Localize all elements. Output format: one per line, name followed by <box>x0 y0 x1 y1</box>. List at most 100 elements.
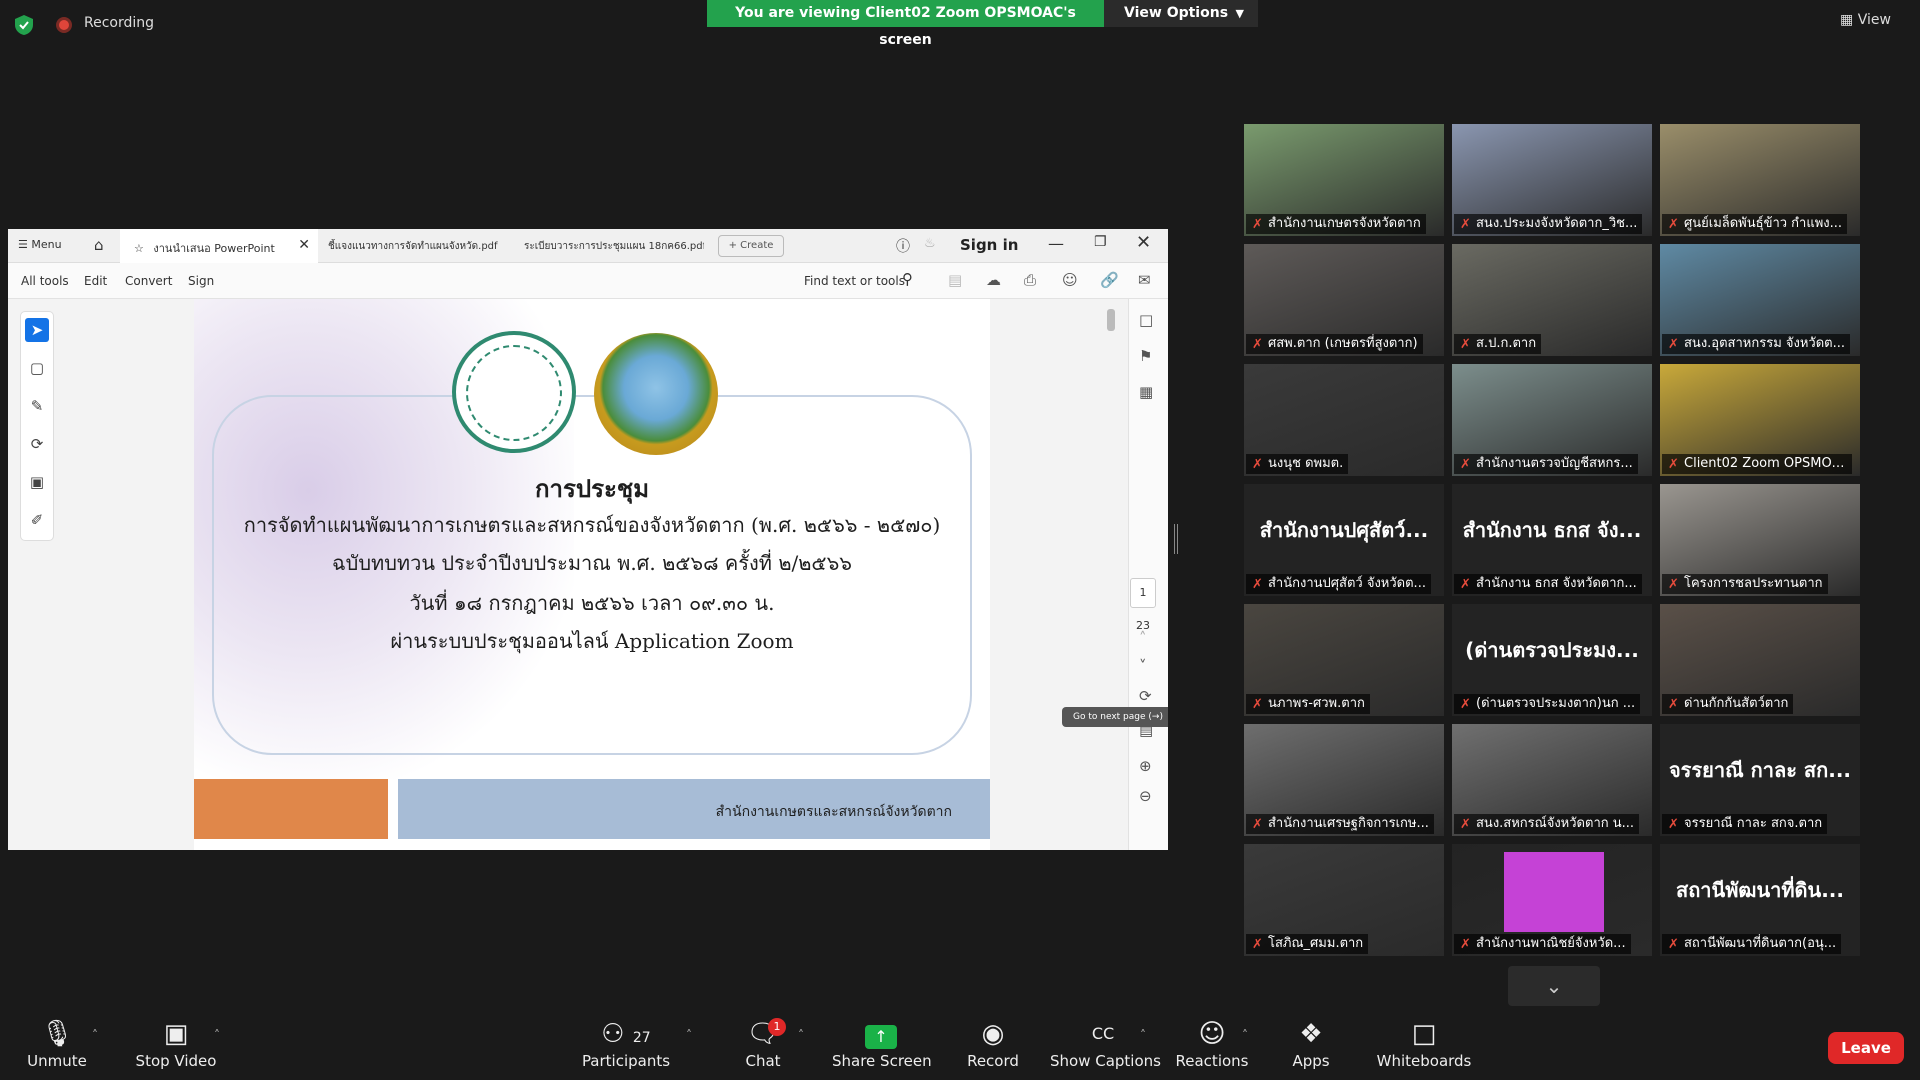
participant-tile[interactable]: ✗ สนง.ประมงจังหวัดตาก_วิช... <box>1452 124 1652 236</box>
participants-button[interactable]: ⚇ 27 Participants <box>578 1014 674 1080</box>
participant-tile[interactable]: ✗ ศูนย์เมล็ดพันธุ์ข้าว กำแพง... <box>1660 124 1860 236</box>
slide-subtitle-edition: ฉบับทบทวน ประจำปีงบประมาณ พ.ศ. ๒๕๖๘ ครั้… <box>332 551 852 575</box>
audio-options-caret-icon[interactable]: ˄ <box>92 1028 98 1042</box>
muted-mic-icon: ✗ <box>1252 217 1263 232</box>
participant-tile[interactable]: จรรยาณี กาละ สก... ✗ จรรยาณี กาละ สกจ.ตาก <box>1660 724 1860 836</box>
comments-icon[interactable]: □ <box>1139 311 1153 329</box>
highlight-pen-icon[interactable]: ✎ <box>25 394 49 418</box>
create-button[interactable]: + Create <box>718 235 784 257</box>
thumbnails-icon[interactable]: ▦ <box>1139 383 1153 401</box>
sign-pen-icon[interactable]: ✐ <box>25 508 49 532</box>
vertical-scrollbar[interactable] <box>1106 309 1116 839</box>
muted-mic-icon: ✗ <box>1252 337 1263 352</box>
share-user-icon[interactable]: ☺ <box>1062 271 1078 289</box>
next-page-icon[interactable]: ˅ <box>1139 657 1147 675</box>
help-icon[interactable]: ⓘ <box>896 236 910 256</box>
participant-tile[interactable]: ✗ นงนุช ดพมต. <box>1244 364 1444 476</box>
home-icon[interactable]: ⌂ <box>94 236 104 254</box>
minimize-icon[interactable]: — <box>1048 234 1064 253</box>
restore-icon[interactable]: ❐ <box>1094 234 1107 250</box>
participant-tile[interactable]: ✗ สำนักงานเศรษฐกิจการเกษ... <box>1244 724 1444 836</box>
rotate-icon[interactable]: ⟳ <box>1139 687 1152 705</box>
window-close-icon[interactable]: ✕ <box>1136 232 1151 253</box>
participant-tile[interactable]: ✗ Client02 Zoom OPSMOAC <box>1660 364 1860 476</box>
save-icon[interactable]: ▤ <box>948 271 962 289</box>
record-label: Record <box>967 1052 1019 1070</box>
participant-tile[interactable]: สถานีพัฒนาที่ดิน... ✗ สถานีพัฒนาที่ดินตาก(… <box>1660 844 1860 956</box>
unmute-label: Unmute <box>27 1052 87 1070</box>
sign-button[interactable]: Sign <box>188 274 214 288</box>
participant-tile[interactable]: ✗ สำนักงานตรวจบัญชีสหกร... <box>1452 364 1652 476</box>
print-icon[interactable]: ⎙ <box>1024 271 1036 289</box>
participant-tile[interactable]: ✗ ศสพ.ตาก (เกษตรที่สูงตาก) <box>1244 244 1444 356</box>
participant-tile[interactable]: ✗ สำนักงานพาณิชย์จังหวัด... <box>1452 844 1652 956</box>
muted-mic-icon: ✗ <box>1252 457 1263 472</box>
bell-icon[interactable]: ♨ <box>924 236 936 251</box>
participant-tile[interactable]: ✗ สนง.สหกรณ์จังหวัดตาก น... <box>1452 724 1652 836</box>
text-box-icon[interactable]: ▣ <box>25 470 49 494</box>
close-tab-icon[interactable]: ✕ <box>298 237 310 253</box>
edit-button[interactable]: Edit <box>84 274 107 288</box>
view-button[interactable]: ▦ View <box>1840 12 1891 28</box>
tab-pdf-agenda[interactable]: ระเบียบวาระการประชุมแผน 18กค66.pdf <box>524 239 704 254</box>
participant-tile[interactable]: ✗ โสภิณ_ศมม.ตาก <box>1244 844 1444 956</box>
participant-name-tag: ✗ (ด่านตรวจประมงตาก)นก ... <box>1454 694 1641 714</box>
apps-button[interactable]: ❖ Apps <box>1286 1014 1336 1080</box>
gallery-next-button[interactable]: ⌄ <box>1508 966 1600 1006</box>
stop-video-button[interactable]: ▣ Stop Video <box>128 1014 224 1080</box>
zoom-out-icon[interactable]: ⊖ <box>1139 787 1152 805</box>
leave-button[interactable]: Leave <box>1828 1032 1904 1064</box>
participant-name-tag: ✗ Client02 Zoom OPSMOAC <box>1662 454 1852 474</box>
record-button[interactable]: ◉ Record <box>960 1014 1026 1080</box>
draw-lasso-icon[interactable]: ⟳ <box>25 432 49 456</box>
tab-powerpoint[interactable]: ☆ งานนำเสนอ PowerPoint ✕ <box>120 229 318 263</box>
recording-icon <box>56 17 72 33</box>
participant-name-tag: ✗ ศูนย์เมล็ดพันธุ์ข้าว กำแพง... <box>1662 214 1848 234</box>
video-options-caret-icon[interactable]: ˄ <box>214 1028 220 1042</box>
next-page-tooltip: Go to next page (→) <box>1062 707 1168 727</box>
participant-tile[interactable]: ✗ ด่านกักกันสัตว์ตาก <box>1660 604 1860 716</box>
participant-tile[interactable]: ✗ สนง.อุตสาหกรรม จังหวัดต... <box>1660 244 1860 356</box>
search-icon[interactable]: ⚲ <box>902 270 913 288</box>
page-number-input[interactable]: 1 <box>1130 578 1156 608</box>
reactions-button[interactable]: ☺ Reactions <box>1174 1014 1250 1080</box>
split-resize-handle[interactable] <box>1174 524 1178 554</box>
zoom-in-icon[interactable]: ⊕ <box>1139 757 1152 775</box>
link-icon[interactable]: 🔗 <box>1100 271 1119 289</box>
share-screen-button[interactable]: ↑ Share Screen <box>832 1014 932 1080</box>
participant-tile[interactable]: ✗ โครงการชลประทานตาก <box>1660 484 1860 596</box>
security-shield-icon[interactable] <box>14 14 34 36</box>
participant-tile[interactable]: ✗ สำนักงานเกษตรจังหวัดตาก <box>1244 124 1444 236</box>
upload-cloud-icon[interactable]: ☁ <box>986 271 1001 289</box>
participant-name-tag: ✗ ส.ป.ก.ตาก <box>1454 334 1542 354</box>
captions-options-caret-icon[interactable]: ˄ <box>1140 1028 1146 1042</box>
participant-name-tag: ✗ ด่านกักกันสัตว์ตาก <box>1662 694 1794 714</box>
participant-tile[interactable]: ✗ ส.ป.ก.ตาก <box>1452 244 1652 356</box>
sign-in-button[interactable]: Sign in <box>960 236 1018 254</box>
tab-pdf-guideline[interactable]: ชี้แจงแนวทางการจัดทำแผนจังหวัด.pdf <box>328 239 508 254</box>
menu-button[interactable]: ☰ Menu <box>18 238 62 251</box>
participant-tile[interactable]: สำนักงานปศุสัตว์... ✗ สำนักงานปศุสัตว์ จัง… <box>1244 484 1444 596</box>
chevron-down-icon: ▼ <box>1235 7 1244 20</box>
select-cursor-icon[interactable]: ➤ <box>25 318 49 342</box>
view-options-button[interactable]: View Options ▼ <box>1104 0 1258 27</box>
find-tools-input[interactable]: Find text or tools <box>804 274 905 288</box>
stop-video-label: Stop Video <box>135 1052 217 1070</box>
convert-button[interactable]: Convert <box>125 274 172 288</box>
participant-tile[interactable]: ✗ นภาพร-ศวพ.ตาก <box>1244 604 1444 716</box>
add-comment-icon[interactable]: ▢ <box>25 356 49 380</box>
bookmark-icon[interactable]: ⚑ <box>1139 347 1152 365</box>
all-tools-button[interactable]: All tools <box>21 274 69 288</box>
muted-mic-icon: ✗ <box>1252 937 1263 952</box>
unmute-button[interactable]: 🎙 Unmute <box>22 1014 92 1080</box>
reactions-options-caret-icon[interactable]: ˄ <box>1242 1028 1248 1042</box>
participant-tile[interactable]: สำนักงาน ธกส จัง... ✗ สำนักงาน ธกส จังหวัด… <box>1452 484 1652 596</box>
chat-options-caret-icon[interactable]: ˄ <box>798 1028 804 1042</box>
email-icon[interactable]: ✉ <box>1138 271 1151 289</box>
whiteboards-button[interactable]: □ Whiteboards <box>1376 1014 1472 1080</box>
participants-options-caret-icon[interactable]: ˄ <box>686 1028 692 1042</box>
show-captions-button[interactable]: CC Show Captions <box>1050 1014 1161 1080</box>
province-elephant-seal-logo <box>594 333 718 455</box>
participant-tile[interactable]: (ด่านตรวจประมง... ✗ (ด่านตรวจประมงตาก)นก .… <box>1452 604 1652 716</box>
quick-tools-rail: ➤ ▢ ✎ ⟳ ▣ ✐ <box>20 311 54 541</box>
